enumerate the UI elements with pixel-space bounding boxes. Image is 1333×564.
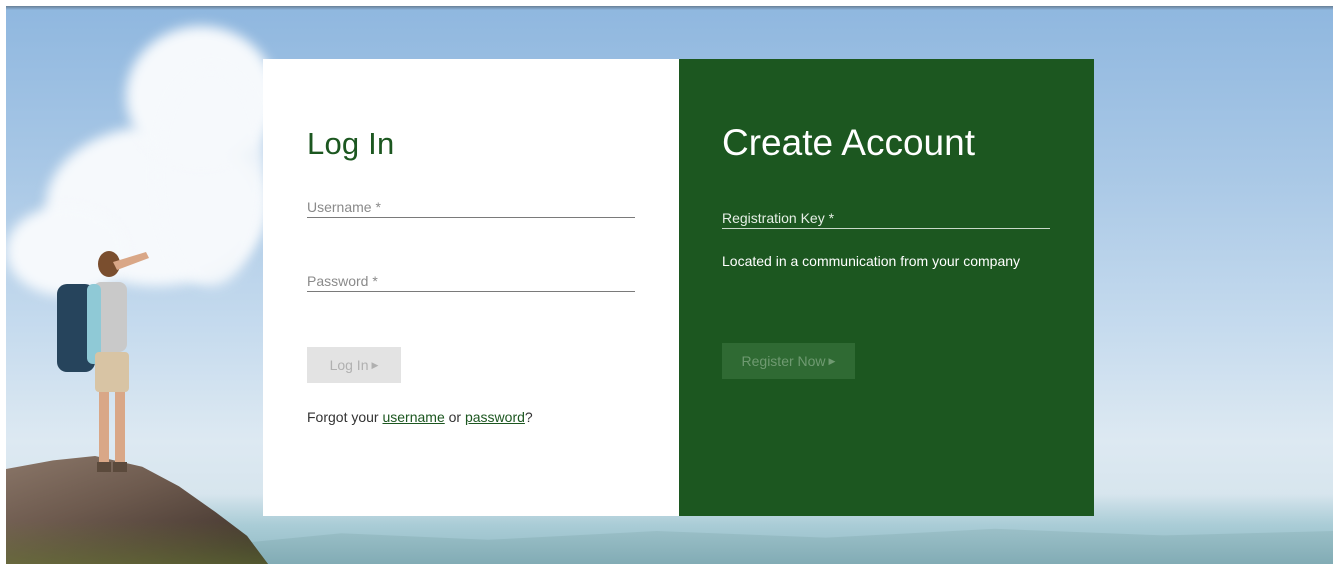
forgot-suffix: ? — [524, 409, 533, 425]
cloud — [156, 66, 266, 286]
register-panel: Create Account Located in a communicatio… — [679, 59, 1094, 516]
login-button[interactable]: Log In ▶ — [307, 347, 401, 383]
register-title: Create Account — [722, 122, 975, 163]
password-field-wrapper — [307, 270, 635, 292]
login-title: Log In — [307, 126, 395, 161]
caret-right-icon: ▶ — [371, 359, 379, 370]
caret-right-icon: ▶ — [828, 355, 836, 366]
password-input[interactable] — [307, 270, 635, 292]
login-panel: Log In Log In ▶ Forgot your username or … — [263, 59, 679, 516]
hiker-illustration — [57, 251, 149, 472]
username-field-wrapper — [307, 196, 635, 218]
registration-key-hint: Located in a communication from your com… — [722, 253, 1021, 269]
forgot-username-link[interactable]: username — [382, 409, 444, 425]
login-button-label: Log In — [329, 357, 369, 373]
username-input[interactable] — [307, 196, 635, 218]
register-now-button[interactable]: Register Now ▶ — [722, 343, 855, 379]
register-button-label: Register Now — [741, 353, 826, 369]
registration-key-input[interactable] — [722, 207, 1050, 229]
forgot-or: or — [444, 409, 465, 425]
forgot-prefix: Forgot your — [307, 409, 383, 425]
registration-key-field-wrapper — [722, 207, 1050, 229]
forgot-credentials-text: Forgot your username or password? — [307, 409, 533, 425]
forgot-password-link[interactable]: password — [465, 409, 525, 425]
